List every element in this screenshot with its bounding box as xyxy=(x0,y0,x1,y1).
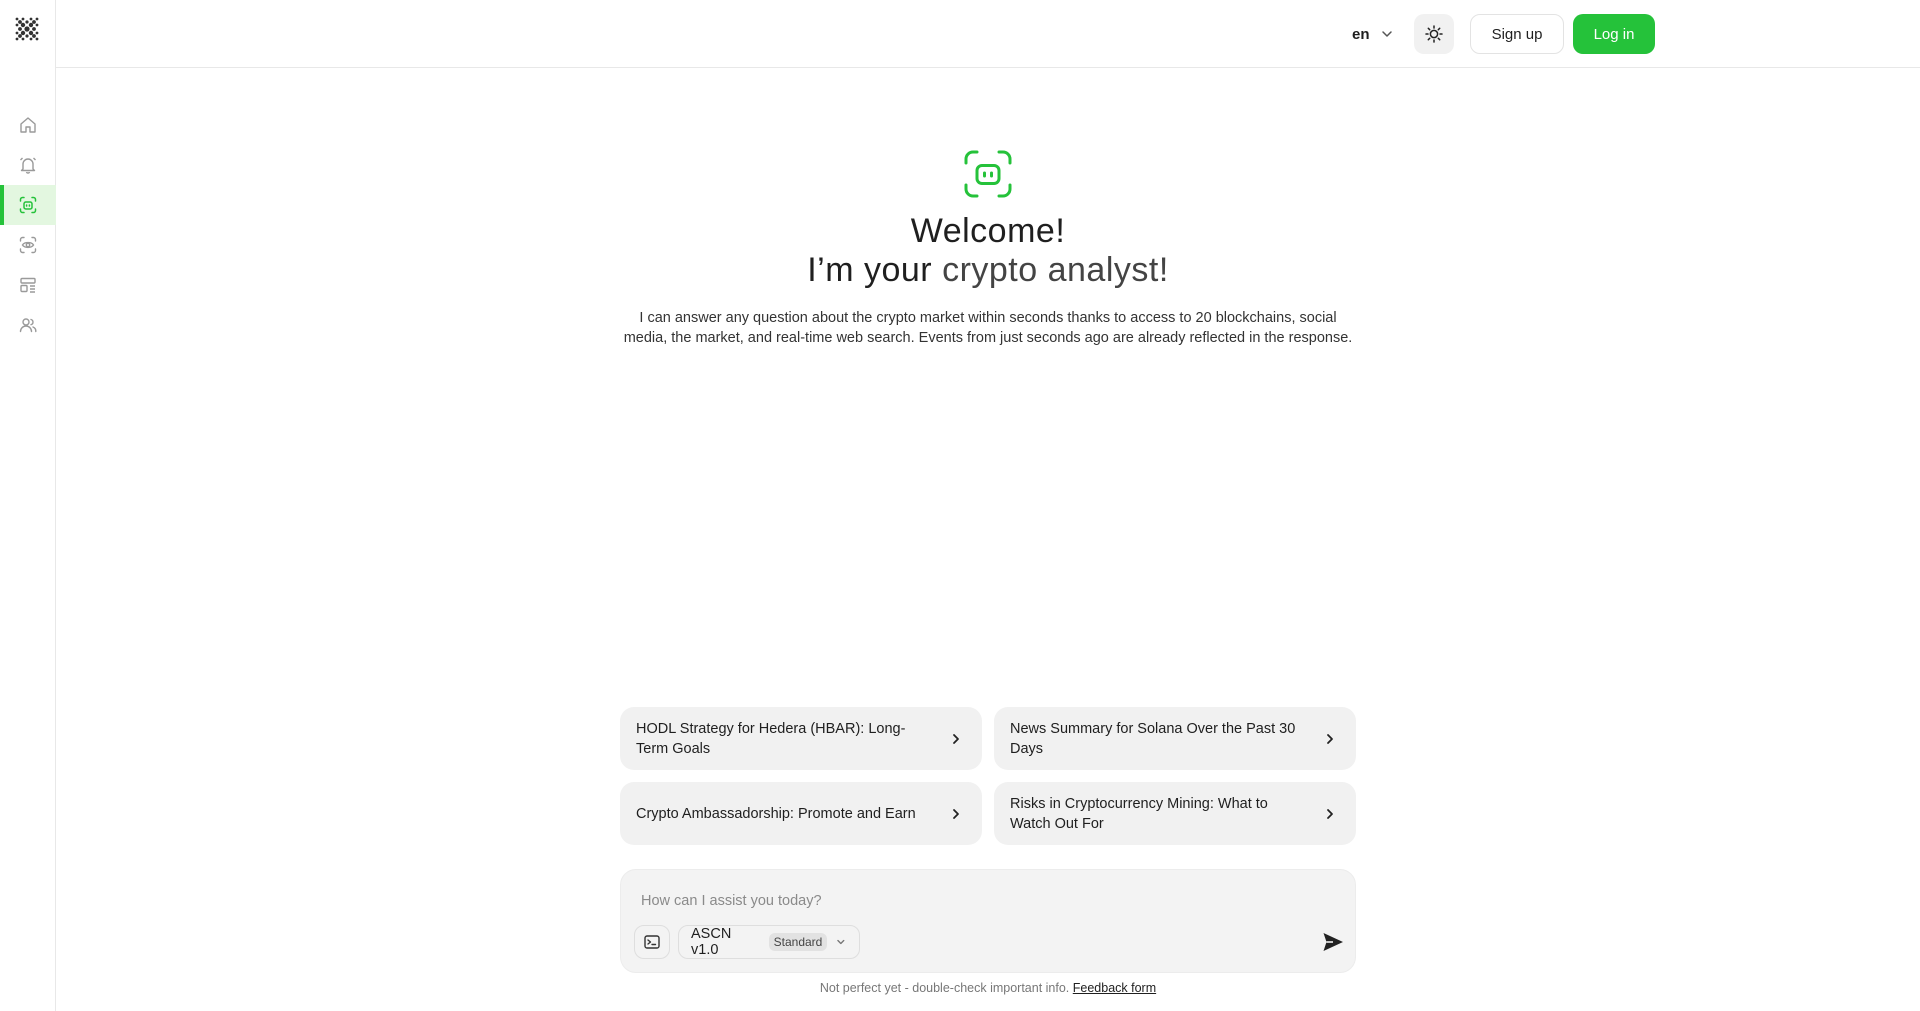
sign-up-button[interactable]: Sign up xyxy=(1470,14,1564,54)
send-button[interactable] xyxy=(1319,928,1347,956)
sidebar-item-community[interactable] xyxy=(0,305,56,345)
terminal-icon xyxy=(644,935,660,949)
subtitle-accent: crypto analyst! xyxy=(942,251,1169,289)
suggestion-text: Crypto Ambassadorship: Promote and Earn xyxy=(636,805,916,822)
suggestion-card[interactable]: Risks in Cryptocurrency Mining: What to … xyxy=(994,782,1356,845)
command-button[interactable] xyxy=(634,925,670,959)
chat-input[interactable] xyxy=(641,890,1321,912)
suggestion-card[interactable]: HODL Strategy for Hedera (HBAR): Long-Te… xyxy=(620,707,982,770)
language-value: en xyxy=(1352,25,1370,43)
sidebar xyxy=(0,0,56,1011)
sun-icon xyxy=(1425,25,1443,43)
hero-description: I can answer any question about the cryp… xyxy=(623,310,1353,346)
chevron-right-icon xyxy=(1327,733,1333,744)
bell-icon xyxy=(20,157,36,174)
model-selector[interactable]: ASCN v1.0 Standard xyxy=(678,925,860,959)
users-icon xyxy=(19,318,37,333)
chevron-right-icon xyxy=(953,808,959,819)
language-selector[interactable]: en xyxy=(1352,22,1394,46)
disclaimer-footer: Not perfect yet - double-check important… xyxy=(0,981,1920,995)
home-icon xyxy=(20,117,36,133)
robot-scan-icon xyxy=(964,150,1012,198)
model-tier-badge: Standard xyxy=(768,933,828,951)
subtitle-prefix: I’m your xyxy=(807,251,943,289)
chevron-right-icon xyxy=(953,733,959,744)
disclaimer-text: Not perfect yet - double-check important… xyxy=(819,981,1070,995)
send-icon xyxy=(1323,933,1343,951)
sidebar-item-home[interactable] xyxy=(0,105,56,145)
chevron-down-icon xyxy=(1381,31,1392,37)
feedback-form-link[interactable]: Feedback form xyxy=(1073,981,1156,995)
suggestion-card[interactable]: Crypto Ambassadorship: Promote and Earn xyxy=(620,782,982,845)
suggestion-text: Risks in Cryptocurrency Mining: What to … xyxy=(1010,795,1268,832)
chat-composer: ASCN v1.0 Standard xyxy=(620,869,1356,973)
theme-toggle-button[interactable] xyxy=(1414,14,1454,54)
dot-grid-logo[interactable] xyxy=(13,15,41,43)
log-in-button[interactable]: Log in xyxy=(1573,14,1655,54)
chevron-down-icon xyxy=(837,939,845,945)
model-name: ASCN v1.0 xyxy=(691,926,732,958)
top-header: en Sign up Log in xyxy=(56,0,1920,68)
welcome-title: Welcome! xyxy=(910,212,1066,250)
suggestion-card[interactable]: News Summary for Solana Over the Past 30… xyxy=(994,707,1356,770)
suggestion-text: News Summary for Solana Over the Past 30… xyxy=(1010,720,1296,757)
suggestion-text: HODL Strategy for Hedera (HBAR): Long-Te… xyxy=(636,720,906,757)
app-root: en Sign up Log in Welcome! I’m your cryp… xyxy=(0,0,1920,1011)
analyst-subtitle: I’m your crypto analyst! xyxy=(0,251,1920,290)
sidebar-item-alerts[interactable] xyxy=(0,145,56,185)
chevron-right-icon xyxy=(1327,808,1333,819)
